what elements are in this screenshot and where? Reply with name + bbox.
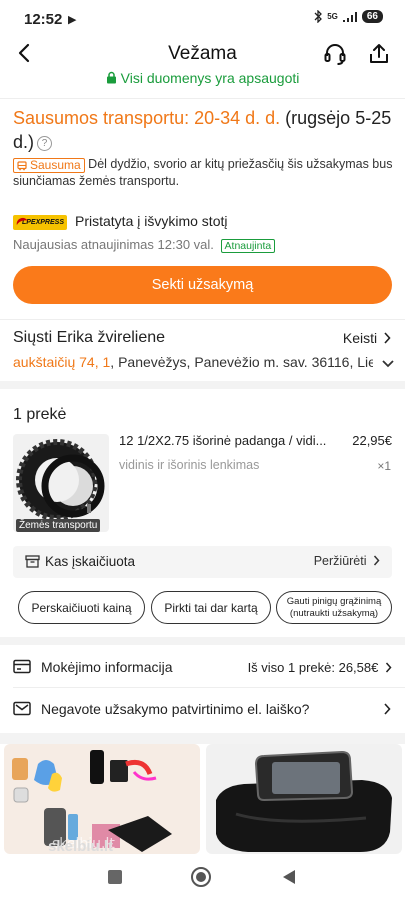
view-link[interactable]: Peržiūrėti (314, 554, 380, 568)
status-icons: 5G 66 (314, 10, 383, 23)
delivery-method: Sausumos transportu: 20-34 d. d. (13, 108, 281, 128)
updated-badge: Atnaujinta (220, 239, 276, 253)
secure-notice: Visi duomenys yra apsaugoti (0, 70, 405, 86)
help-icon[interactable]: ? (37, 135, 53, 151)
whats-included-label: Kas įskaičiuota (45, 554, 136, 569)
change-address-label: Keisti (342, 330, 378, 346)
box-icon (25, 555, 40, 568)
divider (0, 98, 405, 99)
chevron-right-icon (385, 662, 392, 673)
land-transport-badge: Sausuma (13, 158, 85, 173)
product-image[interactable]: Žemės transportu (13, 434, 109, 532)
chevron-right-icon (384, 332, 391, 344)
section-separator (0, 733, 405, 744)
product-quantity: ×1 (377, 459, 391, 473)
section-separator (0, 637, 405, 645)
address-street: aukštaičių 74, 1 (13, 354, 111, 370)
last-update-text: Naujausias atnaujinimas 12:30 val. (13, 237, 214, 252)
chevron-right-icon (384, 703, 391, 715)
system-nav-bar (0, 855, 405, 900)
signal-icon (342, 11, 357, 22)
recommended-product-card[interactable] (206, 744, 402, 854)
address-rest: , Panevėžys, Panevėžio m. sav. 36116, Li… (110, 354, 373, 370)
shipping-address: aukštaičių 74, 1, Panevėžys, Panevėžio m… (13, 354, 373, 370)
divider (0, 319, 405, 320)
land-transport-note: Sausuma Dėl dydžio, svorio ar kitų priež… (13, 156, 395, 190)
confirmation-email-row[interactable]: Negavote užsakymo patvirtinimo el. laišk… (0, 688, 405, 730)
buy-again-button[interactable]: Pirkti tai dar kartą (151, 591, 271, 624)
payment-info-label: Mokėjimo informacija (41, 659, 173, 675)
refund-cancel-button[interactable]: Gauti pinigų grąžinimą (nutraukti užsaky… (276, 591, 392, 624)
change-address-link[interactable]: Keisti (343, 330, 391, 346)
items-count: 1 prekė (13, 406, 67, 423)
confirmation-email-label: Negavote užsakymo patvirtinimo el. laišk… (41, 701, 310, 717)
recalculate-price-button[interactable]: Perskaičiuoti kainą (18, 591, 145, 624)
payment-info-row[interactable]: Mokėjimo informacija Iš viso 1 prekė: 26… (0, 645, 405, 687)
status-bar: 12:52 ▶ 5G 66 (0, 0, 405, 38)
media-play-icon: ▶ (68, 14, 77, 26)
back-nav-icon[interactable] (282, 869, 296, 885)
home-button[interactable] (191, 867, 211, 887)
product-price: 22,95€ (352, 433, 392, 448)
lock-icon (106, 71, 116, 84)
mail-icon (13, 701, 31, 716)
tire-image (16, 439, 105, 521)
watermark: skelbiu.lt (48, 838, 113, 855)
bus-icon (17, 160, 27, 170)
shipment-status: Pristatyta į išvykimo stotį (75, 213, 228, 229)
payment-total: Iš viso 1 prekė: 26,58€ (248, 660, 392, 675)
recipient-name: Siųsti Erika žvireliene (13, 329, 166, 346)
product-title[interactable]: 12 1/2X2.75 išorinė padanga / vidi... (119, 433, 339, 448)
watermark-text: skelbiu.lt (48, 838, 114, 855)
network-type: 5G (327, 12, 338, 21)
product-variant: vidinis ir išorinis lenkimas (119, 458, 260, 472)
whats-included-row[interactable]: Kas įskaičiuota Peržiūrėti (13, 546, 392, 578)
payment-total-text: Iš viso 1 prekė: 26,58€ (247, 660, 379, 675)
refund-line2: (nutraukti užsakymą) (289, 607, 379, 619)
track-order-button[interactable]: Sekti užsakymą (13, 266, 392, 304)
recent-apps-button[interactable] (108, 870, 122, 884)
last-update: Naujausias atnaujinimas 12:30 val. Atnau… (13, 237, 276, 253)
secure-text: Visi duomenys yra apsaugoti (120, 70, 300, 86)
battery-indicator: 66 (361, 10, 383, 23)
headset-support-icon[interactable] (323, 42, 347, 66)
delivery-estimate: Sausumos transportu: 20-34 d. d. (rugsėj… (13, 106, 393, 154)
bluetooth-icon (314, 10, 323, 23)
carrier-logo: LPEXPRESS (13, 215, 67, 230)
chevron-down-icon[interactable] (381, 359, 395, 369)
view-label: Peržiūrėti (313, 554, 367, 568)
share-icon[interactable] (367, 42, 391, 66)
chevron-right-icon (373, 555, 380, 566)
section-separator (0, 381, 405, 389)
wallet-icon (13, 659, 31, 674)
bike-handlebar-bag-image (216, 750, 392, 852)
land-transport-badge-label: Sausuma (30, 158, 81, 172)
product-transport-tag: Žemės transportu (16, 519, 101, 532)
refund-line1: Gauti pinigų grąžinimą (286, 595, 382, 607)
status-time: 12:52 (24, 11, 63, 28)
